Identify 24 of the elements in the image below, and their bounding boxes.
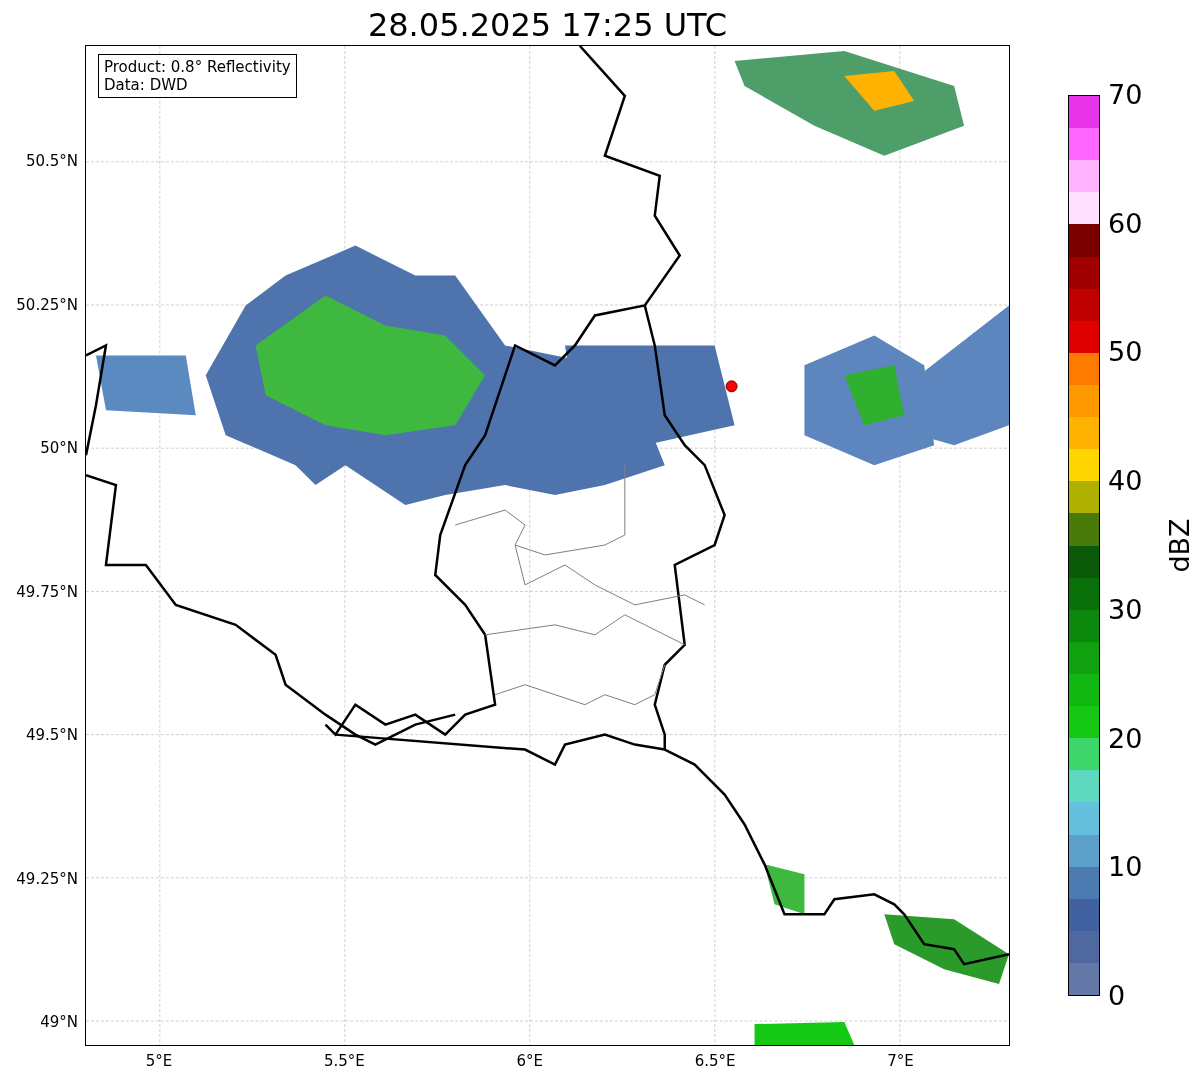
colorbar-tick-label: 0 (1108, 981, 1126, 1011)
colorbar-tick-label: 70 (1108, 80, 1143, 110)
latitude-label: 49.75°N (16, 582, 78, 601)
latitude-label: 50.5°N (25, 152, 78, 170)
longitude-label: 6°E (516, 1052, 544, 1070)
colorbar-tick-label: 20 (1108, 723, 1143, 754)
colorbar-title: dBZ (1163, 518, 1195, 573)
colorbar-tick-label: 50 (1108, 337, 1143, 368)
chart-title: 28.05.2025 17:25 UTC (366, 5, 729, 45)
latitude-label: 50°N (40, 439, 78, 457)
colorbar-tick-label: 10 (1108, 852, 1143, 883)
longitude-label: 5.5°E (323, 1052, 365, 1070)
longitude-label: 7°E (887, 1052, 914, 1070)
legend-text: Product: 0.8° Reflectivity (104, 58, 291, 76)
latitude-label: 50.25°N (16, 295, 78, 314)
longitude-label: 5°E (145, 1052, 173, 1070)
latitude-label: 49.25°N (16, 869, 78, 888)
latitude-label: 49°N (40, 1013, 78, 1031)
legend-text: Data: DWD (104, 76, 189, 94)
longitude-label: 6.5°E (694, 1052, 736, 1070)
colorbar-tick-label: 60 (1108, 208, 1143, 239)
latitude-label: 49.5°N (25, 726, 78, 744)
colorbar-tick-label: 30 (1108, 594, 1143, 625)
colorbar-tick-label: 40 (1108, 466, 1143, 497)
